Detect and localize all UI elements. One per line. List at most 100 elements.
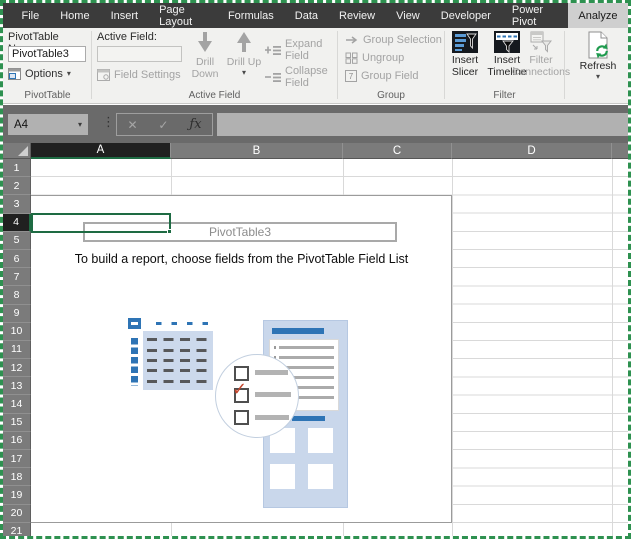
gridline bbox=[612, 159, 613, 536]
formula-buttons: ✕ ✓ ƒx bbox=[116, 113, 213, 136]
ribbon-tab[interactable]: Insert bbox=[100, 3, 149, 28]
name-box-caret-icon[interactable]: ▾ bbox=[78, 121, 82, 129]
drill-up-caret-icon: ▾ bbox=[242, 69, 246, 77]
formula-bar-dots-icon: ⋮ bbox=[102, 114, 115, 130]
drill-down-button[interactable]: Drill Down bbox=[185, 31, 225, 81]
pivottable-name-input[interactable]: PivotTable3 bbox=[8, 46, 86, 62]
table-graphic-first-column bbox=[128, 331, 141, 390]
row-header[interactable]: 4 bbox=[3, 214, 31, 232]
ribbon-tab[interactable]: Developer bbox=[430, 3, 501, 28]
row-header[interactable]: 14 bbox=[3, 395, 31, 413]
slicer-icon bbox=[452, 31, 478, 53]
column-header[interactable]: A bbox=[31, 143, 171, 159]
row-header[interactable]: 3 bbox=[3, 195, 31, 213]
options-icon bbox=[8, 68, 21, 80]
timeline-icon bbox=[494, 31, 520, 53]
drill-up-button[interactable]: Drill Up ▾ bbox=[225, 31, 263, 77]
active-field-input[interactable] bbox=[97, 46, 182, 62]
row-header[interactable]: 15 bbox=[3, 414, 31, 432]
ribbon-tab-bar: FileHomeInsertPage LayoutFormulasDataRev… bbox=[3, 3, 628, 28]
ribbon-tab[interactable]: Review bbox=[329, 3, 386, 28]
ribbon-tab[interactable]: View bbox=[386, 3, 431, 28]
insert-function-icon[interactable]: ƒx bbox=[189, 117, 201, 132]
cancel-icon[interactable]: ✕ bbox=[127, 118, 137, 132]
refresh-caret-icon: ▾ bbox=[596, 73, 600, 81]
enter-icon[interactable]: ✓ bbox=[158, 118, 168, 132]
column-headers: A B C D bbox=[31, 143, 628, 159]
formula-input[interactable] bbox=[217, 113, 628, 136]
filter-connections-button[interactable]: Filter Connections bbox=[518, 31, 564, 79]
field-settings-icon bbox=[97, 69, 110, 81]
row-header[interactable]: 9 bbox=[3, 305, 31, 323]
ribbon-tab[interactable]: Analyze bbox=[568, 3, 628, 28]
table-graphic-header-row bbox=[143, 318, 213, 329]
ribbon-group-filter: Insert Slicer Insert Timeline Filter Con… bbox=[446, 28, 563, 103]
column-header[interactable] bbox=[612, 143, 628, 159]
group-label-filter: Filter bbox=[446, 90, 563, 101]
ribbon-separator bbox=[564, 31, 565, 99]
row-header[interactable]: 19 bbox=[3, 486, 31, 504]
row-header[interactable]: 2 bbox=[3, 177, 31, 195]
row-header[interactable]: 11 bbox=[3, 341, 31, 359]
row-header[interactable]: 21 bbox=[3, 523, 31, 536]
group-label-group: Group bbox=[339, 90, 443, 101]
row-header[interactable]: 16 bbox=[3, 432, 31, 450]
field-list-graphic-title-bar bbox=[272, 328, 324, 334]
drill-down-arrow-icon bbox=[195, 31, 215, 55]
expand-field-button[interactable]: Expand Field bbox=[265, 38, 336, 62]
row-header[interactable]: 8 bbox=[3, 286, 31, 304]
expand-field-icon bbox=[265, 45, 281, 56]
arrow-right-icon bbox=[345, 35, 359, 45]
row-header[interactable]: 1 bbox=[3, 159, 31, 177]
options-caret-icon: ▾ bbox=[67, 70, 71, 78]
ribbon-group-group: Group Selection Ungroup 7 Group Field Gr… bbox=[339, 28, 443, 103]
field-list-graphic-area-box bbox=[270, 464, 295, 489]
ungroup-icon bbox=[345, 52, 358, 64]
column-header[interactable]: B bbox=[171, 143, 343, 159]
ungroup-button[interactable]: Ungroup bbox=[345, 52, 404, 64]
row-header[interactable]: 12 bbox=[3, 359, 31, 377]
ribbon-tab[interactable]: Formulas bbox=[217, 3, 284, 28]
insert-slicer-button[interactable]: Insert Slicer bbox=[447, 31, 483, 79]
active-field-label: Active Field: bbox=[97, 31, 157, 43]
ribbon-tab[interactable]: File bbox=[11, 3, 50, 28]
checkbox-label-bar bbox=[255, 370, 288, 375]
field-list-graphic-area-box bbox=[308, 428, 333, 453]
row-header[interactable]: 13 bbox=[3, 377, 31, 395]
ribbon-tab[interactable]: Home bbox=[50, 3, 100, 28]
ribbon-tab[interactable]: Power Pivot bbox=[501, 3, 567, 28]
column-header[interactable]: D bbox=[452, 143, 612, 159]
select-all-triangle-icon bbox=[18, 146, 28, 156]
row-header[interactable]: 5 bbox=[3, 232, 31, 250]
group-selection-button[interactable]: Group Selection bbox=[345, 34, 442, 46]
checkbox-label-bar bbox=[255, 392, 291, 397]
refresh-button[interactable]: Refresh ▾ bbox=[574, 31, 622, 81]
ribbon-separator bbox=[91, 31, 92, 99]
cell-area[interactable]: To build a report, choose fields from th… bbox=[31, 159, 628, 536]
field-list-graphic-blue-bar bbox=[292, 416, 325, 421]
name-box[interactable]: A4 ▾ bbox=[8, 114, 88, 135]
ribbon: PivotTable Name: PivotTable3 Options ▾ P… bbox=[3, 28, 628, 104]
fill-handle[interactable] bbox=[167, 229, 172, 234]
ribbon-group-active-field: Active Field: Field Settings Drill Down … bbox=[93, 28, 336, 103]
gridline bbox=[452, 159, 453, 536]
options-button[interactable]: Options ▾ bbox=[8, 68, 71, 80]
collapse-field-button[interactable]: Collapse Field bbox=[265, 65, 336, 89]
column-header[interactable]: C bbox=[343, 143, 452, 159]
row-header[interactable]: 7 bbox=[3, 268, 31, 286]
checkbox-label-bar bbox=[255, 415, 289, 420]
row-header[interactable]: 20 bbox=[3, 505, 31, 523]
field-settings-button[interactable]: Field Settings bbox=[97, 69, 181, 81]
row-header[interactable]: 6 bbox=[3, 250, 31, 268]
row-header[interactable]: 10 bbox=[3, 323, 31, 341]
ribbon-separator bbox=[337, 31, 338, 99]
drill-up-arrow-icon bbox=[234, 31, 254, 55]
table-graphic-body bbox=[143, 331, 213, 390]
select-all-corner[interactable] bbox=[3, 143, 31, 159]
row-header[interactable]: 17 bbox=[3, 450, 31, 468]
group-field-button[interactable]: 7 Group Field bbox=[345, 70, 418, 82]
ribbon-tab[interactable]: Page Layout bbox=[149, 3, 218, 28]
group-label-pivottable: PivotTable bbox=[5, 90, 90, 101]
row-header[interactable]: 18 bbox=[3, 468, 31, 486]
ribbon-tab[interactable]: Data bbox=[284, 3, 328, 28]
